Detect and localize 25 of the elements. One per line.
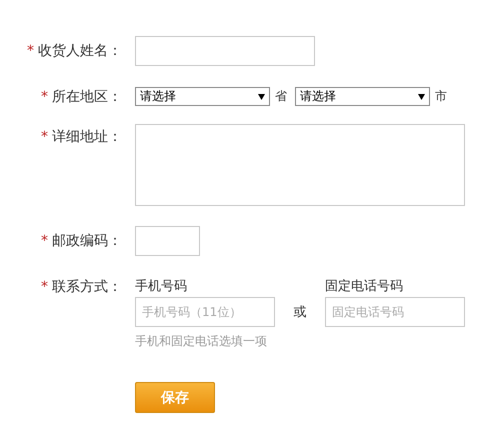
phone-field[interactable]: 固定电话号码 — [325, 297, 465, 327]
unit-label: 省 — [275, 88, 287, 105]
address-field[interactable] — [135, 124, 465, 206]
field-label: 联系方式： — [52, 278, 122, 296]
dropdown-arrow-icon — [258, 94, 265, 100]
dropdown[interactable]: 请选择 — [295, 87, 430, 106]
required-mark: * — [41, 129, 48, 145]
dropdown[interactable]: 请选择 — [135, 87, 270, 106]
phone-field[interactable]: 手机号码（11位） — [135, 297, 275, 327]
postcode-field[interactable] — [135, 226, 200, 256]
field-label: 详细地址： — [52, 128, 122, 146]
field-label: 收货人姓名： — [38, 42, 122, 60]
required-mark: * — [27, 43, 34, 59]
required-mark: * — [41, 279, 48, 295]
name-field[interactable] — [135, 36, 315, 66]
or-label: 或 — [292, 304, 308, 321]
required-mark: * — [41, 233, 48, 249]
hint-text: 手机和固定电话选填一项 — [135, 333, 268, 350]
required-mark: * — [41, 88, 48, 104]
dropdown-arrow-icon — [418, 94, 425, 100]
column-heading: 手机号码 — [135, 278, 188, 296]
field-label: 邮政编码： — [52, 232, 122, 250]
unit-label: 市 — [435, 88, 447, 105]
field-label: 所在地区： — [52, 88, 122, 106]
column-heading: 固定电话号码 — [325, 278, 404, 296]
